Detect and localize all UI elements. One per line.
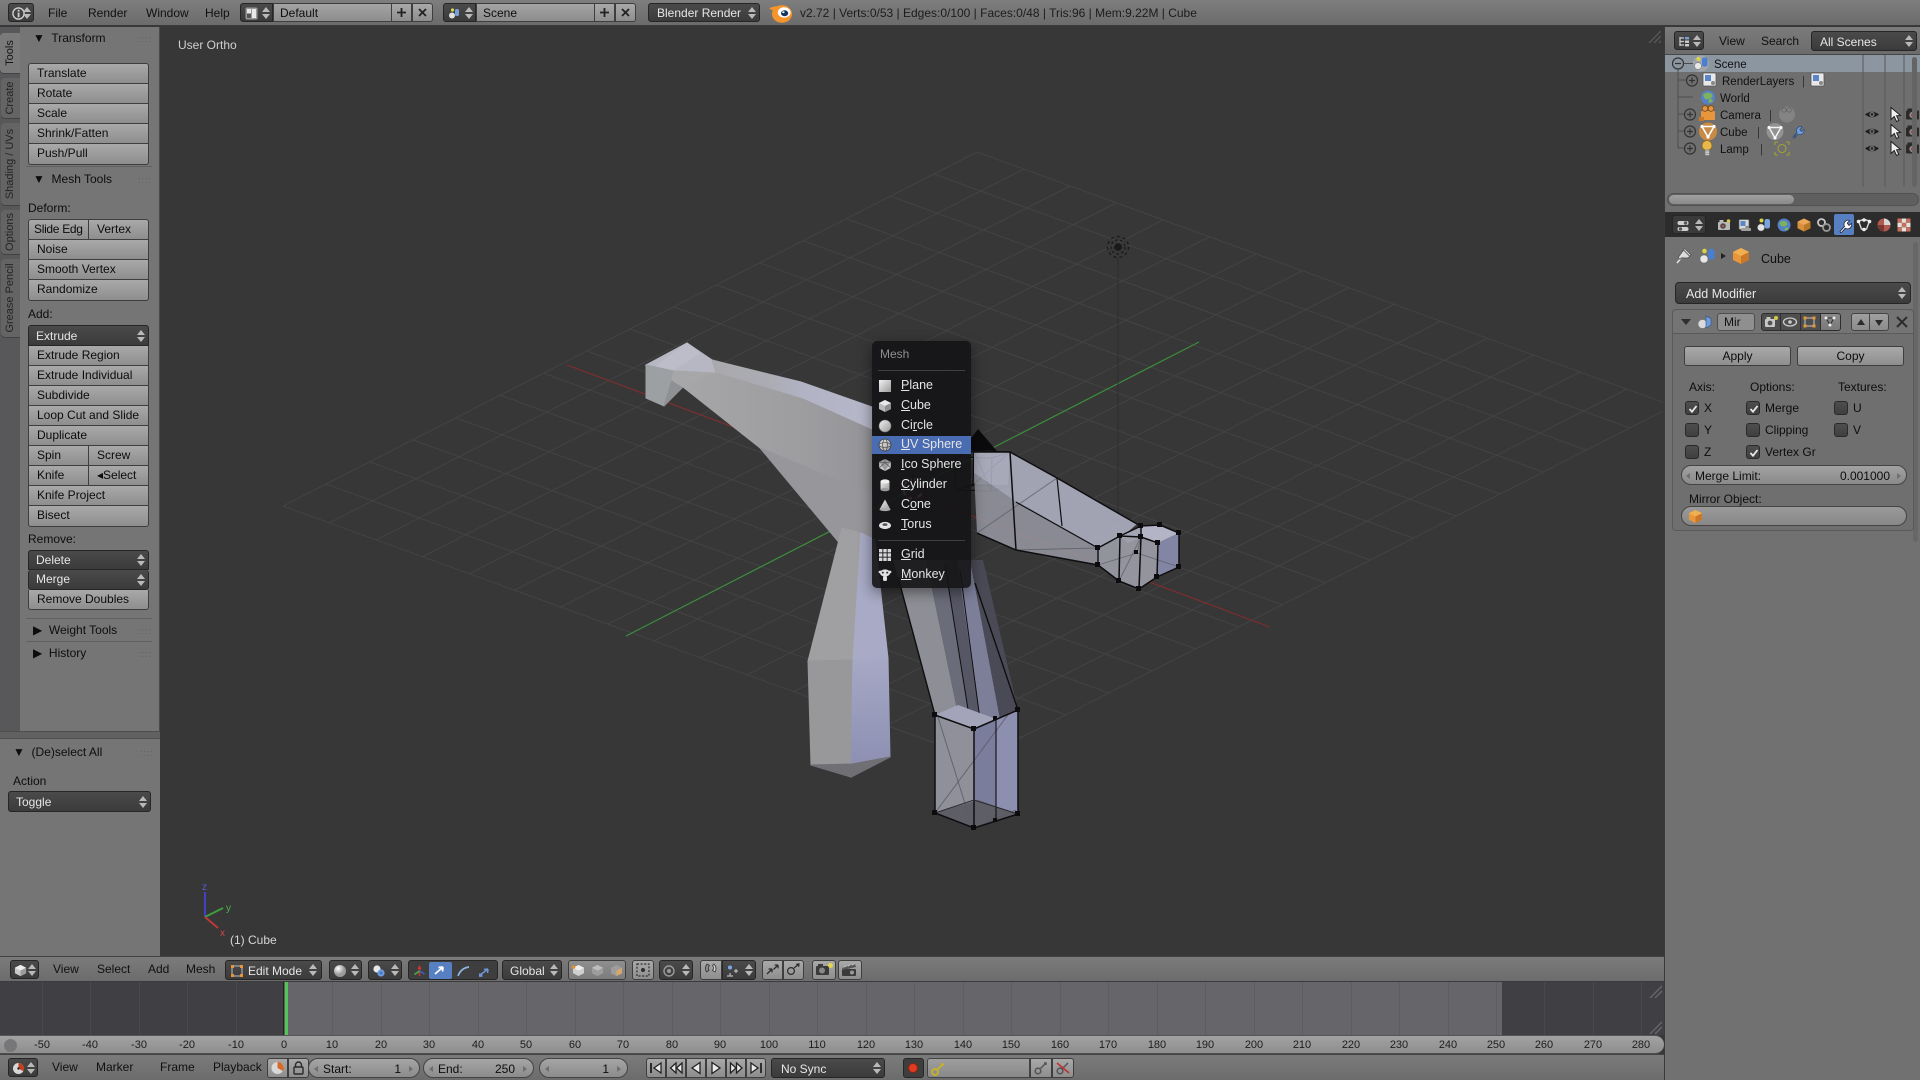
svg-text:|: | [1760,144,1763,156]
svg-text:RenderLayers: RenderLayers [1722,76,1794,88]
svg-text:|: | [1769,110,1772,122]
svg-text:Lamp: Lamp [1720,144,1749,156]
svg-text:World: World [1720,93,1750,105]
svg-text:Cube: Cube [1720,127,1748,139]
svg-text:Camera: Camera [1720,110,1762,122]
svg-text:Scene: Scene [1714,59,1747,71]
svg-text:|: | [1802,76,1805,88]
svg-text:y: y [226,903,231,914]
svg-text:z: z [202,882,207,893]
svg-text:|: | [1757,127,1760,139]
svg-text:x: x [220,928,225,939]
